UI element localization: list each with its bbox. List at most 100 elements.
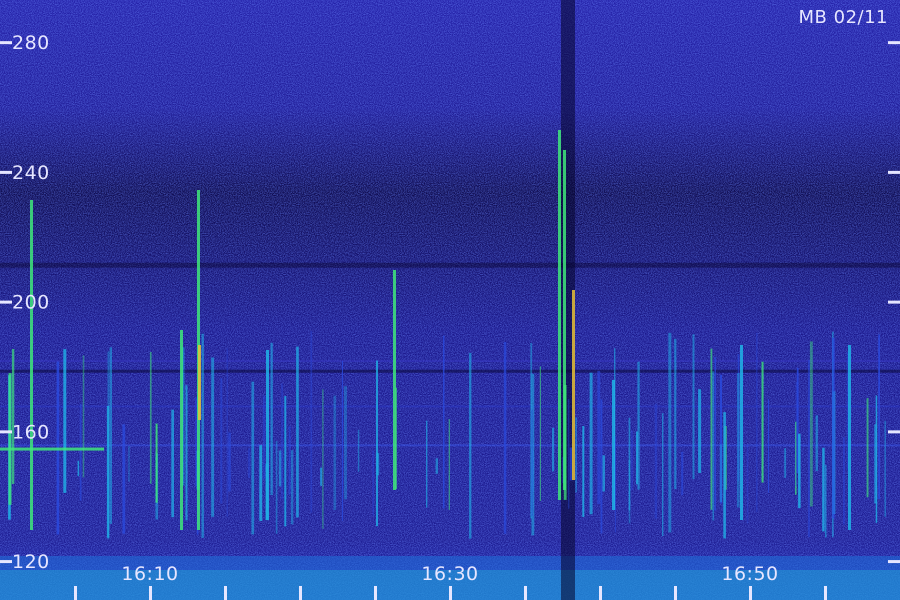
heatmap-band xyxy=(0,444,900,447)
y-tick-mark-right xyxy=(888,300,900,304)
signal-streak xyxy=(333,395,337,510)
signal-streak xyxy=(155,423,158,503)
signal-streak xyxy=(614,436,616,533)
signal-streak xyxy=(344,386,347,500)
signal-streak xyxy=(698,389,702,473)
signal-streak xyxy=(228,432,231,492)
signal-streak xyxy=(448,419,450,510)
signal-streak xyxy=(563,150,566,490)
y-tick-label: 280 xyxy=(12,32,50,54)
heatmap-band xyxy=(0,369,900,373)
signal-streak xyxy=(376,452,380,476)
signal-streak xyxy=(180,330,183,530)
signal-streak xyxy=(668,332,672,533)
y-tick-label: 120 xyxy=(12,551,50,573)
signal-streak xyxy=(768,399,769,493)
heatmap-band xyxy=(0,262,900,268)
x-tick-label: 16:50 xyxy=(721,563,778,585)
signal-streak xyxy=(798,433,801,509)
signal-streak xyxy=(848,345,851,530)
signal-streak xyxy=(589,372,593,515)
signal-streak xyxy=(795,382,797,487)
signal-streak xyxy=(259,445,263,521)
signal-streak xyxy=(443,335,445,509)
signal-streak xyxy=(201,333,204,538)
signal-streak xyxy=(631,430,633,491)
signal-streak xyxy=(531,409,533,517)
heatmap-band xyxy=(0,360,900,362)
signal-streak xyxy=(712,371,715,521)
signal-streak xyxy=(357,429,360,472)
chart-title: MB 02/11 xyxy=(799,7,888,28)
signal-streak xyxy=(874,424,877,504)
signal-streak xyxy=(597,370,601,505)
signal-streak xyxy=(503,342,507,534)
signal-streak xyxy=(654,403,658,519)
signal-streak xyxy=(628,459,631,524)
x-tick-mark xyxy=(149,586,152,600)
signal-streak xyxy=(674,338,677,490)
x-tick-mark xyxy=(374,586,377,600)
signal-streak xyxy=(128,446,130,482)
signal-streak xyxy=(149,352,152,484)
signal-streak xyxy=(714,356,716,511)
signal-streak xyxy=(251,381,255,535)
signal-streak xyxy=(284,396,287,527)
signal-streak xyxy=(63,349,67,493)
signal-streak xyxy=(198,345,201,420)
heatmap-noise xyxy=(0,0,900,600)
signal-streak xyxy=(612,380,615,510)
signal-streak xyxy=(322,389,324,529)
signal-streak xyxy=(220,378,223,504)
x-tick-mark xyxy=(824,586,827,600)
signal-streak xyxy=(602,455,605,492)
signal-streak xyxy=(372,450,374,516)
y-tick-mark-right xyxy=(888,430,900,434)
x-tick-mark xyxy=(299,586,302,600)
signal-streak xyxy=(662,413,664,537)
signal-streak xyxy=(426,420,428,508)
y-tick-label: 240 xyxy=(12,162,50,184)
signal-streak xyxy=(822,447,825,532)
signal-streak xyxy=(568,399,570,509)
y-tick-mark xyxy=(0,300,12,304)
signal-streak xyxy=(756,332,758,512)
signal-streak xyxy=(310,331,313,513)
signal-streak xyxy=(569,447,573,481)
y-tick-label: 200 xyxy=(12,292,50,314)
signal-tone xyxy=(0,447,104,451)
x-tick-mark xyxy=(524,586,527,600)
signal-streak xyxy=(30,200,33,530)
signal-streak xyxy=(809,341,813,507)
signal-streak xyxy=(296,346,299,518)
signal-streak xyxy=(11,349,15,484)
signal-streak xyxy=(341,360,343,521)
x-tick-mark xyxy=(449,586,452,600)
signal-streak xyxy=(539,366,541,501)
signal-streak xyxy=(211,357,215,517)
signal-streak xyxy=(636,431,638,485)
signal-streak xyxy=(884,420,886,517)
y-tick-mark-right xyxy=(888,560,900,564)
signal-streak xyxy=(761,361,764,483)
signal-streak xyxy=(288,425,291,495)
x-tick-mark xyxy=(749,586,752,600)
x-tick-mark xyxy=(599,586,602,600)
x-tick-label: 16:30 xyxy=(421,563,478,585)
signal-streak xyxy=(582,426,585,517)
signal-streak xyxy=(575,417,577,493)
y-tick-mark xyxy=(0,170,12,174)
signal-streak xyxy=(784,448,787,478)
signal-streak xyxy=(82,355,85,478)
x-tick-mark xyxy=(74,586,77,600)
signal-streak xyxy=(552,427,555,472)
signal-streak xyxy=(808,360,810,538)
signal-streak xyxy=(843,437,845,525)
signal-streak xyxy=(77,460,80,477)
signal-streak xyxy=(290,450,294,525)
signal-streak xyxy=(275,441,278,534)
heatmap-band xyxy=(0,405,900,408)
signal-streak xyxy=(558,130,561,500)
signal-streak xyxy=(79,403,82,501)
signal-streak xyxy=(262,395,266,480)
